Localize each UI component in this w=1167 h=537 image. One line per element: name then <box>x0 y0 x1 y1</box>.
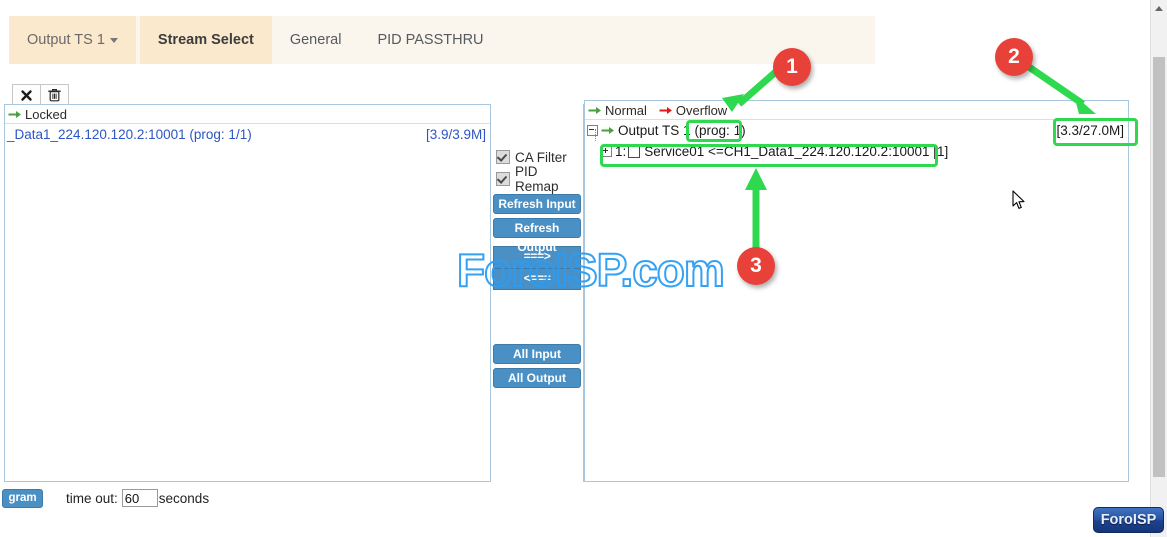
expand-toggle-icon[interactable] <box>601 146 612 157</box>
locked-header-row: Locked <box>5 105 490 124</box>
green-arrow-icon <box>8 107 23 122</box>
output-ts-bitrate: [3.3/27.0M] <box>1056 123 1124 138</box>
transfer-controls-column: CA Filter PID Remap Refresh Input Refres… <box>490 104 584 482</box>
tab-pid-passthru-label: PID PASSTHRU <box>377 32 484 48</box>
pid-remap-label: PID Remap <box>515 164 559 194</box>
annotation-marker-2: 2 <box>995 38 1033 76</box>
legend-row: Normal Overflow <box>585 101 1128 120</box>
timeout-control: time out: seconds <box>66 489 209 507</box>
locked-header-label: Locked <box>25 106 67 122</box>
legend-normal-label: Normal <box>605 102 647 118</box>
scrollbar-thumb[interactable] <box>1153 57 1165 477</box>
tab-stream-select-label: Stream Select <box>157 32 254 48</box>
pid-remap-checkbox-row[interactable]: PID Remap <box>496 164 583 194</box>
service-row-1[interactable]: 1: Service01 <=CH1_Data1_224.120.120.2:1… <box>585 141 1128 162</box>
timeout-unit-label: seconds <box>158 490 210 506</box>
scroll-up-arrow-icon[interactable] <box>1151 0 1167 16</box>
ca-filter-checkbox[interactable] <box>496 150 510 164</box>
output-stream-panel: Normal Overflow Output TS 1 (prog: 1) [3… <box>584 100 1129 482</box>
service-index-label: 1: <box>615 144 627 159</box>
legend-overflow-label: Overflow <box>675 102 728 118</box>
ca-filter-label: CA Filter <box>515 149 567 165</box>
red-arrow-icon <box>659 103 674 118</box>
foroisp-badge: ForoISP <box>1093 507 1164 533</box>
timeout-input[interactable] <box>121 489 158 507</box>
input-stream-bitrate: [3.9/3.9M] <box>425 127 486 142</box>
delete-button[interactable] <box>40 84 69 106</box>
mini-toolbar <box>12 84 69 106</box>
tree-connector-line <box>595 129 597 141</box>
chevron-down-icon <box>109 37 118 43</box>
program-button[interactable]: gram <box>2 489 43 508</box>
move-right-button[interactable]: ===> <box>493 246 581 268</box>
tab-general-label: General <box>289 32 342 48</box>
output-ts-label: Output TS 1 <box>618 123 691 138</box>
input-stream-row[interactable]: _Data1_224.120.120.2:10001 (prog: 1/1) [… <box>5 124 490 145</box>
refresh-output-button[interactable]: Refresh Output <box>493 218 581 254</box>
tab-stream-select[interactable]: Stream Select <box>139 16 272 64</box>
output-ts-prog-label: (prog: 1) <box>694 123 746 138</box>
refresh-input-button[interactable]: Refresh Input <box>493 194 581 214</box>
pid-remap-checkbox[interactable] <box>496 172 510 186</box>
all-output-button[interactable]: All Output <box>493 368 581 388</box>
tab-output-ts-1[interactable]: Output TS 1 <box>9 16 136 64</box>
page-scrollbar[interactable] <box>1150 0 1167 537</box>
output-ts-row[interactable]: Output TS 1 (prog: 1) [3.3/27.0M] <box>585 120 1128 141</box>
green-arrow-icon <box>588 103 603 118</box>
tab-bar: Output TS 1 Stream Select General PID PA… <box>9 16 875 64</box>
close-button[interactable] <box>12 84 41 106</box>
tab-pid-passthru[interactable]: PID PASSTHRU <box>359 16 501 64</box>
service-label: Service01 <=CH1_Data1_224.120.120.2:1000… <box>644 144 949 159</box>
app-window: Output TS 1 Stream Select General PID PA… <box>0 0 1167 537</box>
input-stream-panel: Locked _Data1_224.120.120.2:10001 (prog:… <box>4 104 491 482</box>
x-icon <box>21 89 32 101</box>
tab-output-ts-1-label: Output TS 1 <box>27 32 105 48</box>
service-checkbox[interactable] <box>628 145 641 158</box>
tab-general[interactable]: General <box>272 16 360 64</box>
all-input-button[interactable]: All Input <box>493 344 581 364</box>
green-arrow-icon <box>601 123 616 138</box>
timeout-label: time out: <box>66 490 118 506</box>
move-left-button[interactable]: <=== <box>493 268 581 290</box>
trash-icon <box>48 89 61 102</box>
input-stream-label: _Data1_224.120.120.2:10001 (prog: 1/1) <box>7 127 252 142</box>
